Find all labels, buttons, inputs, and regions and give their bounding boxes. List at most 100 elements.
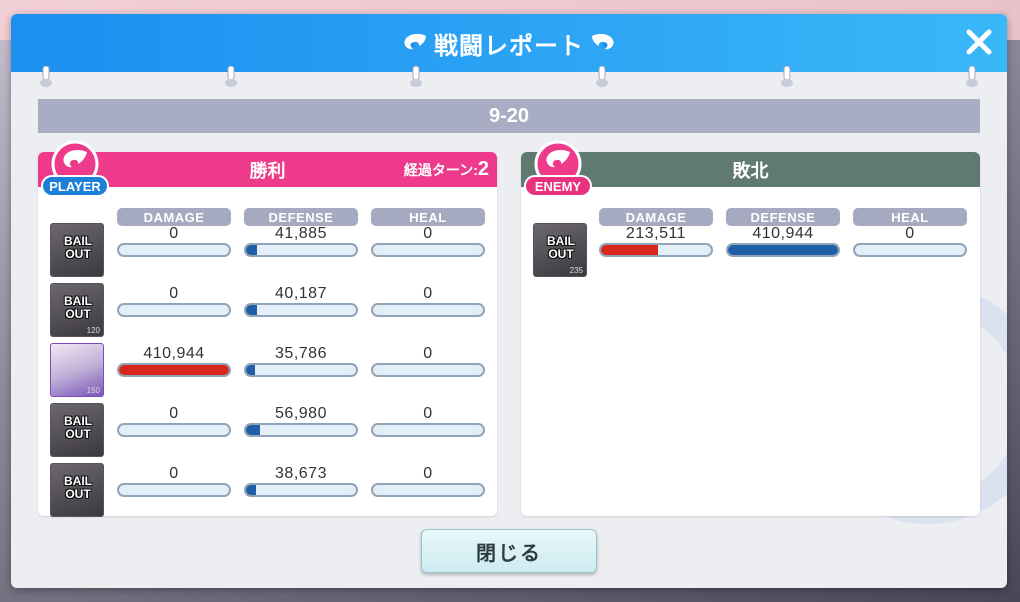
defense-stat: 38,673 [244,463,358,513]
defense-value: 38,673 [275,465,327,482]
unit-level: 150 [86,386,100,395]
heal-value: 0 [423,405,433,422]
stage-label: 9-20 [38,99,980,133]
damage-bar-fill [119,365,229,375]
heal-stat: 0 [371,223,485,273]
close-button[interactable] [961,24,997,60]
damage-stat: 0 [117,403,231,453]
battle-report-dialog: 戦闘レポート 9-20 勝利 経過ターン:2 PLAYER DAMAGE DEF… [11,14,1007,588]
bail-out-label: BAIL OUT [547,234,575,261]
heal-stat: 0 [371,403,485,453]
damage-stat: 410,944 [117,343,231,393]
defense-bar-fill [728,245,838,255]
player-unit-row: 150 410,944 35,786 0 [38,343,497,399]
defense-bar [244,483,358,497]
damage-bar [117,483,231,497]
bail-out-label: BAIL OUT [64,294,92,321]
damage-bar-fill [601,245,659,255]
defense-bar-fill [246,245,257,255]
heal-bar [371,483,485,497]
damage-bar [117,423,231,437]
heal-value: 0 [423,285,433,302]
damage-bar [599,243,713,257]
defense-value: 410,944 [752,225,814,242]
turns-label: 経過ターン: [403,162,478,178]
defense-stat: 56,980 [244,403,358,453]
bail-out-label: BAIL OUT [64,414,92,441]
defense-bar-fill [246,305,257,315]
damage-stat: 0 [117,463,231,513]
defense-bar-fill [246,485,256,495]
defense-stat: 410,944 [726,223,840,273]
ring-icon [966,66,978,87]
unit-avatar[interactable]: BAIL OUT 120 [50,283,104,337]
player-badge-text: PLAYER [49,179,101,194]
ring-icon [596,66,608,87]
heal-stat: 0 [371,283,485,333]
heal-bar [371,243,485,257]
unit-avatar[interactable]: BAIL OUT 235 [533,223,587,277]
damage-value: 0 [169,285,179,302]
enemy-unit-row: BAIL OUT 235 213,511 410,944 0 [521,223,980,279]
unit-level: 120 [86,326,100,335]
defense-bar [244,363,358,377]
heal-value: 0 [423,465,433,482]
wing-right-icon [592,33,614,50]
ring-icon [40,66,52,87]
heal-bar [371,363,485,377]
defense-bar [726,243,840,257]
heal-stat: 0 [371,463,485,513]
heal-value: 0 [423,345,433,362]
damage-stat: 213,511 [599,223,713,273]
enemy-badge-icon: ENEMY [524,140,592,197]
defense-value: 35,786 [275,345,327,362]
defense-stat: 35,786 [244,343,358,393]
heal-bar [853,243,967,257]
damage-value: 0 [169,465,179,482]
ring-icon [781,66,793,87]
player-unit-row: BAIL OUT 0 41,885 0 [38,223,497,279]
defense-value: 56,980 [275,405,327,422]
player-panel: 勝利 経過ターン:2 PLAYER DAMAGE DEFENSE HEAL BA… [38,140,497,519]
heal-stat: 0 [371,343,485,393]
defense-bar-fill [246,365,255,375]
title-wrap: 戦闘レポート [402,26,616,61]
defense-bar [244,423,358,437]
damage-bar [117,363,231,377]
defense-stat: 41,885 [244,223,358,273]
damage-value: 213,511 [625,225,687,242]
player-unit-row: BAIL OUT 0 38,673 0 [38,463,497,519]
heal-value: 0 [423,225,433,242]
defense-value: 41,885 [275,225,327,242]
damage-value: 0 [169,225,179,242]
damage-stat: 0 [117,283,231,333]
damage-bar [117,243,231,257]
elapsed-turns: 経過ターン:2 [404,158,489,181]
enemy-result: 敗北 [732,160,769,181]
turns-value: 2 [477,158,489,180]
close-report-button[interactable]: 閉じる [421,529,597,573]
heal-bar [371,423,485,437]
binder-rings [11,66,1007,90]
wing-left-icon [404,33,426,50]
player-unit-row: BAIL OUT 0 56,980 0 [38,403,497,459]
ring-icon [225,66,237,87]
player-unit-row: BAIL OUT 120 0 40,187 0 [38,283,497,339]
defense-value: 40,187 [275,285,327,302]
bail-out-label: BAIL OUT [64,234,92,261]
defense-bar [244,303,358,317]
damage-value: 410,944 [143,345,205,362]
unit-avatar[interactable]: BAIL OUT [50,403,104,457]
player-badge-icon: PLAYER [41,140,109,197]
dialog-header: 戦闘レポート [11,14,1007,72]
unit-avatar[interactable]: BAIL OUT [50,223,104,277]
heal-value: 0 [905,225,915,242]
heal-stat: 0 [853,223,967,273]
heal-bar [371,303,485,317]
unit-level: 235 [569,266,583,275]
enemy-badge-text: ENEMY [535,179,582,194]
unit-avatar[interactable]: BAIL OUT [50,463,104,517]
defense-bar-fill [246,425,261,435]
unit-avatar[interactable]: 150 [50,343,104,397]
damage-bar [117,303,231,317]
